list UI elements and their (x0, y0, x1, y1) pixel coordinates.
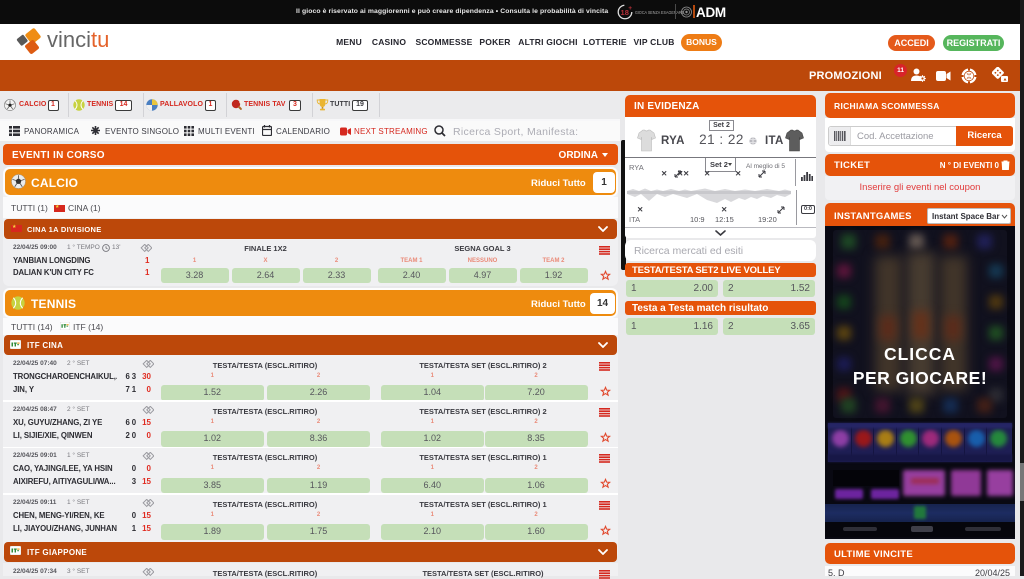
svg-text:+: + (628, 5, 632, 12)
